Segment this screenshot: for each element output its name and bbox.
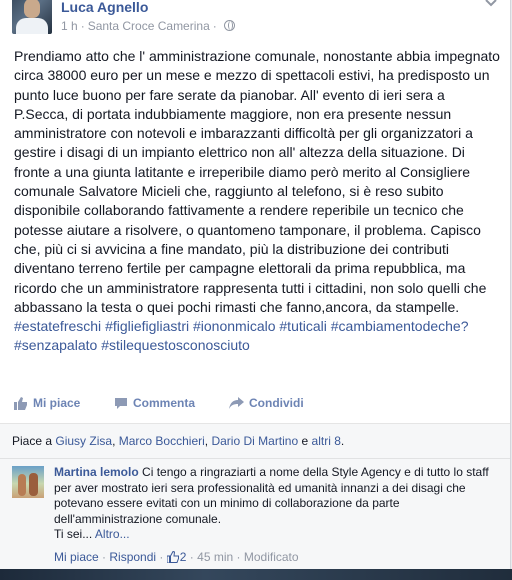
liker-link[interactable]: Dario Di Martino (211, 434, 298, 448)
comment-text-truncated: Ti sei... (54, 527, 93, 541)
avatar-figure (29, 473, 38, 496)
meta-separator: · (80, 19, 85, 33)
meta-dot: · (102, 550, 107, 564)
meta-dot: · (159, 550, 164, 564)
post-location[interactable]: Santa Croce Camerina (88, 19, 210, 33)
see-more-link[interactable]: Altro... (95, 527, 130, 541)
comment-likes-count[interactable]: 2 (166, 550, 187, 564)
comment-meta: Mi piace · Rispondi · 2 · 45 min · Modif… (54, 549, 299, 564)
author-avatar[interactable] (12, 0, 52, 34)
hashtag-link[interactable]: #tuticali (279, 318, 326, 334)
chevron-down-icon[interactable] (484, 0, 498, 8)
post-body-text: Prendiamo atto che l' amministrazione co… (14, 48, 500, 315)
comment-body: Martina lemolo Ci tengo a ringraziarti a… (54, 465, 494, 543)
comment-like-link[interactable]: Mi piace (54, 550, 99, 564)
comment-avatar[interactable] (12, 466, 44, 498)
share-button[interactable]: Condividi (229, 396, 304, 410)
avatar-face (24, 0, 40, 18)
like-label: Mi piace (33, 396, 81, 410)
avatar-figure (18, 474, 26, 496)
comment: Martina lemolo Ci tengo a ringraziarti a… (0, 458, 510, 569)
avatar-shirt (16, 18, 48, 34)
likes-separator: , (112, 434, 116, 448)
comment-label: Commenta (133, 396, 196, 410)
comment-button[interactable]: Commenta (114, 396, 195, 410)
likes-separator: , (204, 434, 209, 448)
post-author[interactable]: Luca Agnello (61, 0, 148, 15)
likes-conjunction: e (301, 434, 309, 448)
hashtag-link[interactable]: #estatefreschi (14, 318, 101, 334)
globe-icon[interactable] (223, 20, 235, 31)
comment-edited[interactable]: Modificato (244, 550, 299, 564)
post-body: Prendiamo atto che l' amministrazione co… (14, 47, 502, 356)
post-time[interactable]: 1 h (61, 19, 78, 33)
hashtag-link[interactable]: #stilequestosconosciuto (101, 337, 250, 353)
comment-bubble-icon (115, 398, 127, 409)
meta-separator-2: · (212, 19, 217, 33)
likes-text: Piace a Giusy Zisa, Marco Bocchieri, Dar… (12, 434, 344, 448)
like-button[interactable]: Mi piace (14, 396, 80, 410)
post-meta: 1 h · Santa Croce Camerina · (61, 19, 235, 33)
like-thumb-icon (166, 551, 179, 563)
comment-time[interactable]: 45 min (197, 550, 233, 564)
hashtag-link[interactable]: #iononmicalo (193, 318, 276, 334)
comment-author[interactable]: Martina lemolo (54, 465, 139, 479)
meta-dot: · (189, 550, 194, 564)
liker-link[interactable]: Giusy Zisa (55, 434, 112, 448)
hashtag-link[interactable]: #cambiamentodeche? (331, 318, 469, 334)
meta-dot: · (236, 550, 241, 564)
next-post-edge (0, 569, 512, 580)
hashtag-link[interactable]: #senzapalato (14, 337, 97, 353)
liker-link[interactable]: Marco Bocchieri (119, 434, 205, 448)
post-hashtags: #estatefreschi #figliefigliastri #iononm… (14, 318, 469, 353)
likes-prefix: Piace a (12, 434, 53, 448)
like-count: 2 (179, 550, 187, 564)
hashtag-link[interactable]: #figliefigliastri (105, 318, 189, 334)
like-thumb-icon (14, 397, 27, 410)
comment-reply-link[interactable]: Rispondi (109, 550, 156, 564)
post-card: Luca Agnello 1 h · Santa Croce Camerina · P… (0, 0, 511, 569)
likes-summary: Piace a Giusy Zisa, Marco Bocchieri, Dar… (0, 423, 510, 459)
share-arrow-icon (229, 397, 244, 409)
share-label: Condividi (249, 396, 304, 410)
likes-period: . (340, 434, 345, 448)
likes-others-link[interactable]: altri 8 (312, 434, 341, 448)
